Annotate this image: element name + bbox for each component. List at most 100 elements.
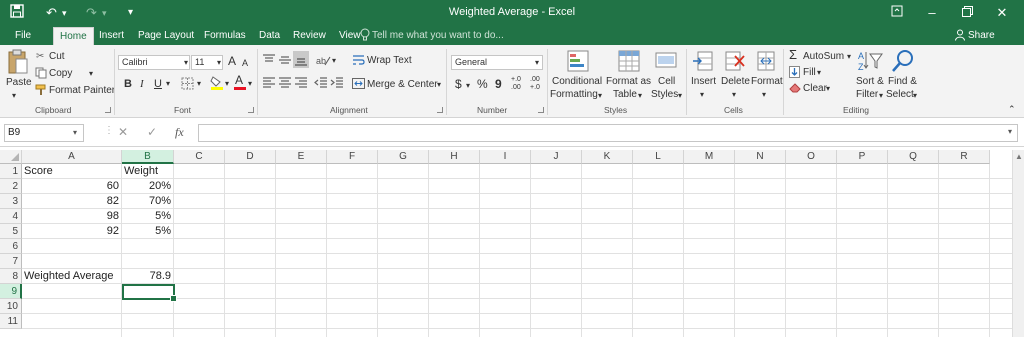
dialog-launcher-icon[interactable] — [105, 107, 111, 113]
tab-data[interactable]: Data — [259, 27, 280, 45]
cell-b3[interactable]: 70% — [122, 194, 174, 209]
bold-button[interactable]: B — [124, 78, 132, 90]
formula-input[interactable] — [198, 124, 1018, 142]
format-button[interactable]: Format — [751, 76, 783, 88]
merge-center-button[interactable]: Merge & Center — [367, 79, 438, 91]
row-header-7[interactable]: 7 — [0, 254, 22, 269]
chevron-down-icon[interactable]: ▾ — [638, 90, 642, 102]
row-header-9[interactable]: 9 — [0, 284, 22, 299]
decrease-indent-icon[interactable] — [314, 77, 328, 89]
percent-button[interactable]: % — [477, 78, 488, 90]
column-header-b[interactable]: B — [122, 150, 174, 164]
align-left-icon[interactable] — [262, 77, 276, 89]
chevron-down-icon[interactable]: ▾ — [826, 83, 830, 95]
chevron-down-icon[interactable]: ▾ — [762, 89, 766, 101]
row-header-6[interactable]: 6 — [0, 239, 22, 254]
chevron-down-icon[interactable]: ▾ — [700, 89, 704, 101]
column-header-e[interactable]: E — [276, 150, 327, 164]
italic-button[interactable]: I — [140, 78, 144, 90]
font-name-box[interactable]: Calibri — [118, 55, 190, 70]
column-header-a[interactable]: A — [22, 150, 122, 164]
wrap-text-button[interactable]: Wrap Text — [367, 55, 412, 67]
currency-button[interactable]: $ — [455, 78, 462, 90]
chevron-down-icon[interactable]: ▾ — [332, 55, 336, 67]
clear-button[interactable]: Clear — [803, 83, 827, 95]
cell-styles-button[interactable]: Cell — [658, 76, 675, 88]
scroll-up-icon[interactable]: ▲ — [1015, 152, 1023, 161]
column-header-i[interactable]: I — [480, 150, 531, 164]
row-header-4[interactable]: 4 — [0, 209, 22, 224]
chevron-down-icon[interactable]: ▾ — [184, 57, 188, 69]
tell-me-input[interactable]: Tell me what you want to do... — [372, 27, 504, 44]
tab-insert[interactable]: Insert — [99, 27, 124, 45]
chevron-down-icon[interactable]: ▾ — [437, 79, 441, 91]
column-header-c[interactable]: C — [174, 150, 225, 164]
cell-b2[interactable]: 20% — [122, 179, 174, 194]
increase-decimal-button[interactable]: +.0 .00 — [511, 76, 525, 92]
cancel-button[interactable]: ✕ — [118, 125, 128, 139]
enter-button[interactable]: ✓ — [147, 125, 157, 139]
cell-b1[interactable]: Weight — [122, 164, 174, 179]
format-painter-button[interactable]: Format Painter — [49, 85, 115, 97]
autosum-button[interactable]: AutoSum — [803, 51, 844, 63]
column-header-l[interactable]: L — [633, 150, 684, 164]
column-header-d[interactable]: D — [225, 150, 276, 164]
close-icon[interactable]: ✕ — [990, 3, 1014, 23]
cell-b4[interactable]: 5% — [122, 209, 174, 224]
minimize-icon[interactable]: – — [920, 3, 944, 23]
column-header-f[interactable]: F — [327, 150, 378, 164]
tab-review[interactable]: Review — [293, 27, 326, 45]
row-header-11[interactable]: 11 — [0, 314, 22, 329]
cell-b5[interactable]: 5% — [122, 224, 174, 239]
column-header-o[interactable]: O — [786, 150, 837, 164]
underline-button[interactable]: U — [154, 78, 162, 90]
align-right-icon[interactable] — [294, 77, 308, 89]
top-align-icon[interactable] — [262, 54, 276, 66]
cell-a2[interactable]: 60 — [22, 179, 122, 194]
insert-button[interactable]: Insert — [691, 76, 716, 88]
cell-b8[interactable]: 78.9 — [122, 269, 174, 284]
chevron-down-icon[interactable]: ▾ — [217, 57, 221, 69]
chevron-down-icon[interactable]: ▾ — [678, 90, 682, 102]
chevron-down-icon[interactable]: ▾ — [732, 89, 736, 101]
copy-button[interactable]: Copy — [49, 68, 72, 80]
column-header-j[interactable]: J — [531, 150, 582, 164]
ribbon-display-icon[interactable] — [885, 3, 909, 23]
column-header-q[interactable]: Q — [888, 150, 939, 164]
tab-home[interactable]: Home — [53, 27, 94, 45]
select-all-corner[interactable] — [0, 150, 22, 164]
column-header-k[interactable]: K — [582, 150, 633, 164]
cell-a3[interactable]: 82 — [22, 194, 122, 209]
column-header-m[interactable]: M — [684, 150, 735, 164]
orientation-icon[interactable]: ab — [315, 53, 331, 67]
cell-a5[interactable]: 92 — [22, 224, 122, 239]
tab-file[interactable]: File — [15, 27, 31, 45]
chevron-down-icon[interactable]: ▾ — [166, 78, 170, 90]
chevron-down-icon[interactable]: ▾ — [535, 57, 539, 69]
comma-style-button[interactable]: 9 — [495, 78, 502, 90]
chevron-down-icon[interactable]: ▾ — [913, 90, 917, 102]
chevron-down-icon[interactable]: ▾ — [12, 90, 16, 102]
column-header-p[interactable]: P — [837, 150, 888, 164]
column-header-h[interactable]: H — [429, 150, 480, 164]
align-center-icon[interactable] — [278, 77, 292, 89]
increase-font-button[interactable]: A — [228, 55, 236, 67]
middle-align-icon[interactable] — [278, 54, 292, 66]
chevron-down-icon[interactable]: ▾ — [1008, 127, 1012, 136]
delete-button[interactable]: Delete — [721, 76, 750, 88]
row-header-8[interactable]: 8 — [0, 269, 22, 284]
dialog-launcher-icon[interactable] — [538, 107, 544, 113]
name-box[interactable]: B9 — [4, 124, 84, 142]
increase-indent-icon[interactable] — [330, 77, 344, 89]
share-button[interactable]: Share — [968, 27, 995, 44]
row-header-10[interactable]: 10 — [0, 299, 22, 314]
restore-icon[interactable] — [955, 3, 979, 23]
column-header-g[interactable]: G — [378, 150, 429, 164]
borders-icon[interactable] — [181, 77, 194, 90]
sort-filter-button[interactable]: Sort & — [856, 76, 884, 88]
chevron-down-icon[interactable]: ▾ — [598, 90, 602, 102]
vertical-scrollbar[interactable]: ▲ — [1012, 150, 1024, 337]
chevron-down-icon[interactable]: ▾ — [248, 78, 252, 90]
chevron-down-icon[interactable]: ▾ — [225, 78, 229, 90]
row-header-2[interactable]: 2 — [0, 179, 22, 194]
